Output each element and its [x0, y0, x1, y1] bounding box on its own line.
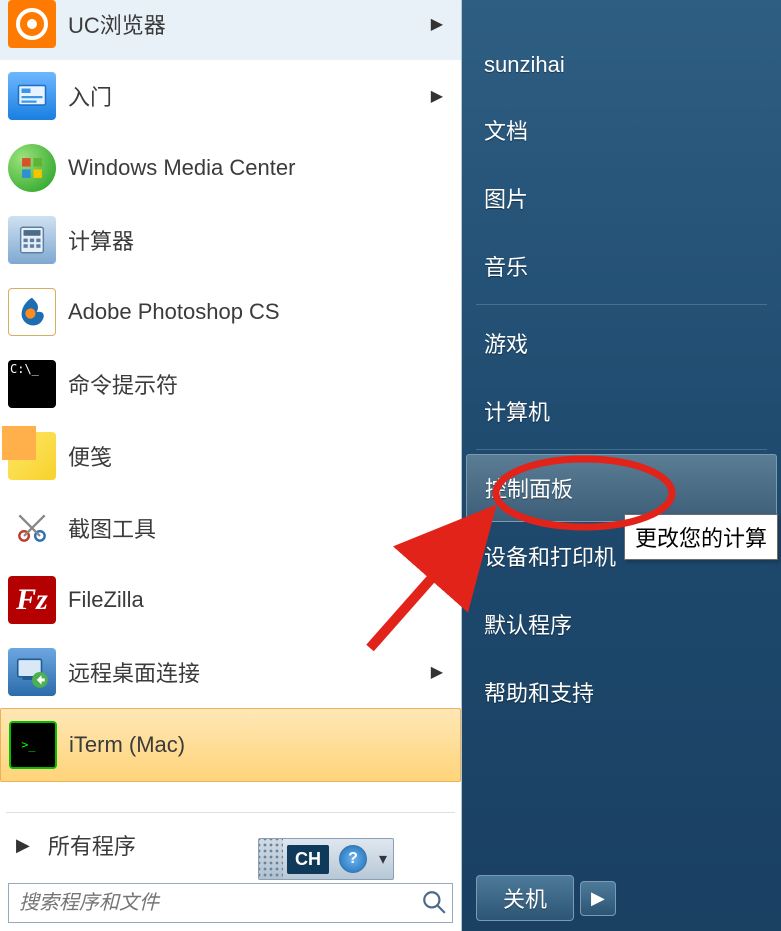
side-pictures[interactable]: 图片 — [462, 164, 781, 232]
side-default-programs[interactable]: 默认程序 — [462, 590, 781, 658]
program-remote-desktop[interactable]: 远程桌面连接 ▶ — [0, 636, 461, 708]
photoshop-icon — [8, 288, 56, 336]
help-icon[interactable]: ? — [339, 845, 367, 873]
program-label: UC浏览器 — [68, 8, 166, 40]
sticky-notes-icon — [8, 432, 56, 480]
program-label: Windows Media Center — [68, 155, 295, 181]
program-label: 截图工具 — [68, 512, 156, 544]
separator — [476, 304, 767, 305]
submenu-arrow-icon: ▶ — [431, 14, 443, 34]
program-label: 远程桌面连接 — [68, 656, 200, 688]
program-filezilla[interactable]: Fz FileZilla — [0, 564, 461, 636]
submenu-arrow-icon: ▶ — [431, 86, 443, 106]
ime-indicator[interactable]: CH — [287, 845, 329, 874]
side-control-panel[interactable]: 控制面板 — [466, 454, 777, 522]
start-menu-left: UC浏览器 ▶ 入门 ▶ Windows Media Center — [0, 0, 462, 931]
program-iterm-mac[interactable]: >_ iTerm (Mac) — [0, 708, 461, 782]
remote-desktop-icon — [8, 648, 56, 696]
side-music[interactable]: 音乐 — [462, 232, 781, 300]
side-computer[interactable]: 计算机 — [462, 377, 781, 445]
program-label: 便笺 — [68, 440, 112, 472]
start-menu: UC浏览器 ▶ 入门 ▶ Windows Media Center — [0, 0, 781, 931]
scissors-icon — [8, 504, 56, 552]
program-windows-media-center[interactable]: Windows Media Center — [0, 132, 461, 204]
calculator-icon — [8, 216, 56, 264]
program-label: 入门 — [68, 80, 112, 112]
wmc-icon — [8, 144, 56, 192]
program-label: Adobe Photoshop CS — [68, 299, 280, 325]
program-label: 计算器 — [68, 224, 134, 256]
program-photoshop-cs[interactable]: Adobe Photoshop CS — [0, 276, 461, 348]
search-icon[interactable] — [421, 889, 447, 920]
language-bar[interactable]: CH ? ▾ — [258, 838, 394, 880]
side-help-support[interactable]: 帮助和支持 — [462, 658, 781, 726]
program-label: FileZilla — [68, 587, 144, 613]
iterm-icon: >_ — [9, 721, 57, 769]
separator — [6, 812, 455, 813]
all-programs-label: 所有程序 — [48, 829, 136, 861]
program-sticky-notes[interactable]: 便笺 — [0, 420, 461, 492]
program-label: iTerm (Mac) — [69, 732, 185, 758]
program-command-prompt[interactable]: C:\_ 命令提示符 — [0, 348, 461, 420]
shutdown-row: 关机 ▶ — [462, 865, 781, 931]
uc-browser-icon — [8, 0, 56, 48]
program-calculator[interactable]: 计算器 — [0, 204, 461, 276]
side-documents[interactable]: 文档 — [462, 96, 781, 164]
program-list: UC浏览器 ▶ 入门 ▶ Windows Media Center — [0, 0, 461, 810]
chevron-down-icon[interactable]: ▾ — [373, 849, 393, 869]
separator — [476, 449, 767, 450]
cmd-icon: C:\_ — [8, 360, 56, 408]
chevron-right-icon: ▶ — [16, 835, 30, 856]
tooltip: 更改您的计算 — [624, 514, 778, 560]
drag-grip-icon[interactable] — [259, 839, 283, 879]
search-row — [0, 875, 461, 931]
program-snipping-tool[interactable]: 截图工具 — [0, 492, 461, 564]
side-user[interactable]: sunzihai — [462, 34, 781, 96]
submenu-arrow-icon: ▶ — [431, 662, 443, 682]
getting-started-icon — [8, 72, 56, 120]
shutdown-button[interactable]: 关机 — [476, 875, 574, 921]
program-uc-browser[interactable]: UC浏览器 ▶ — [0, 0, 461, 60]
program-getting-started[interactable]: 入门 ▶ — [0, 60, 461, 132]
search-input[interactable] — [8, 883, 453, 923]
shutdown-options-button[interactable]: ▶ — [580, 881, 616, 916]
filezilla-icon: Fz — [8, 576, 56, 624]
side-games[interactable]: 游戏 — [462, 309, 781, 377]
svg-text:>_: >_ — [21, 738, 36, 752]
program-label: 命令提示符 — [68, 368, 178, 400]
start-menu-right: sunzihai 文档 图片 音乐 游戏 计算机 控制面板 设备和打印机 默认程… — [462, 0, 781, 931]
